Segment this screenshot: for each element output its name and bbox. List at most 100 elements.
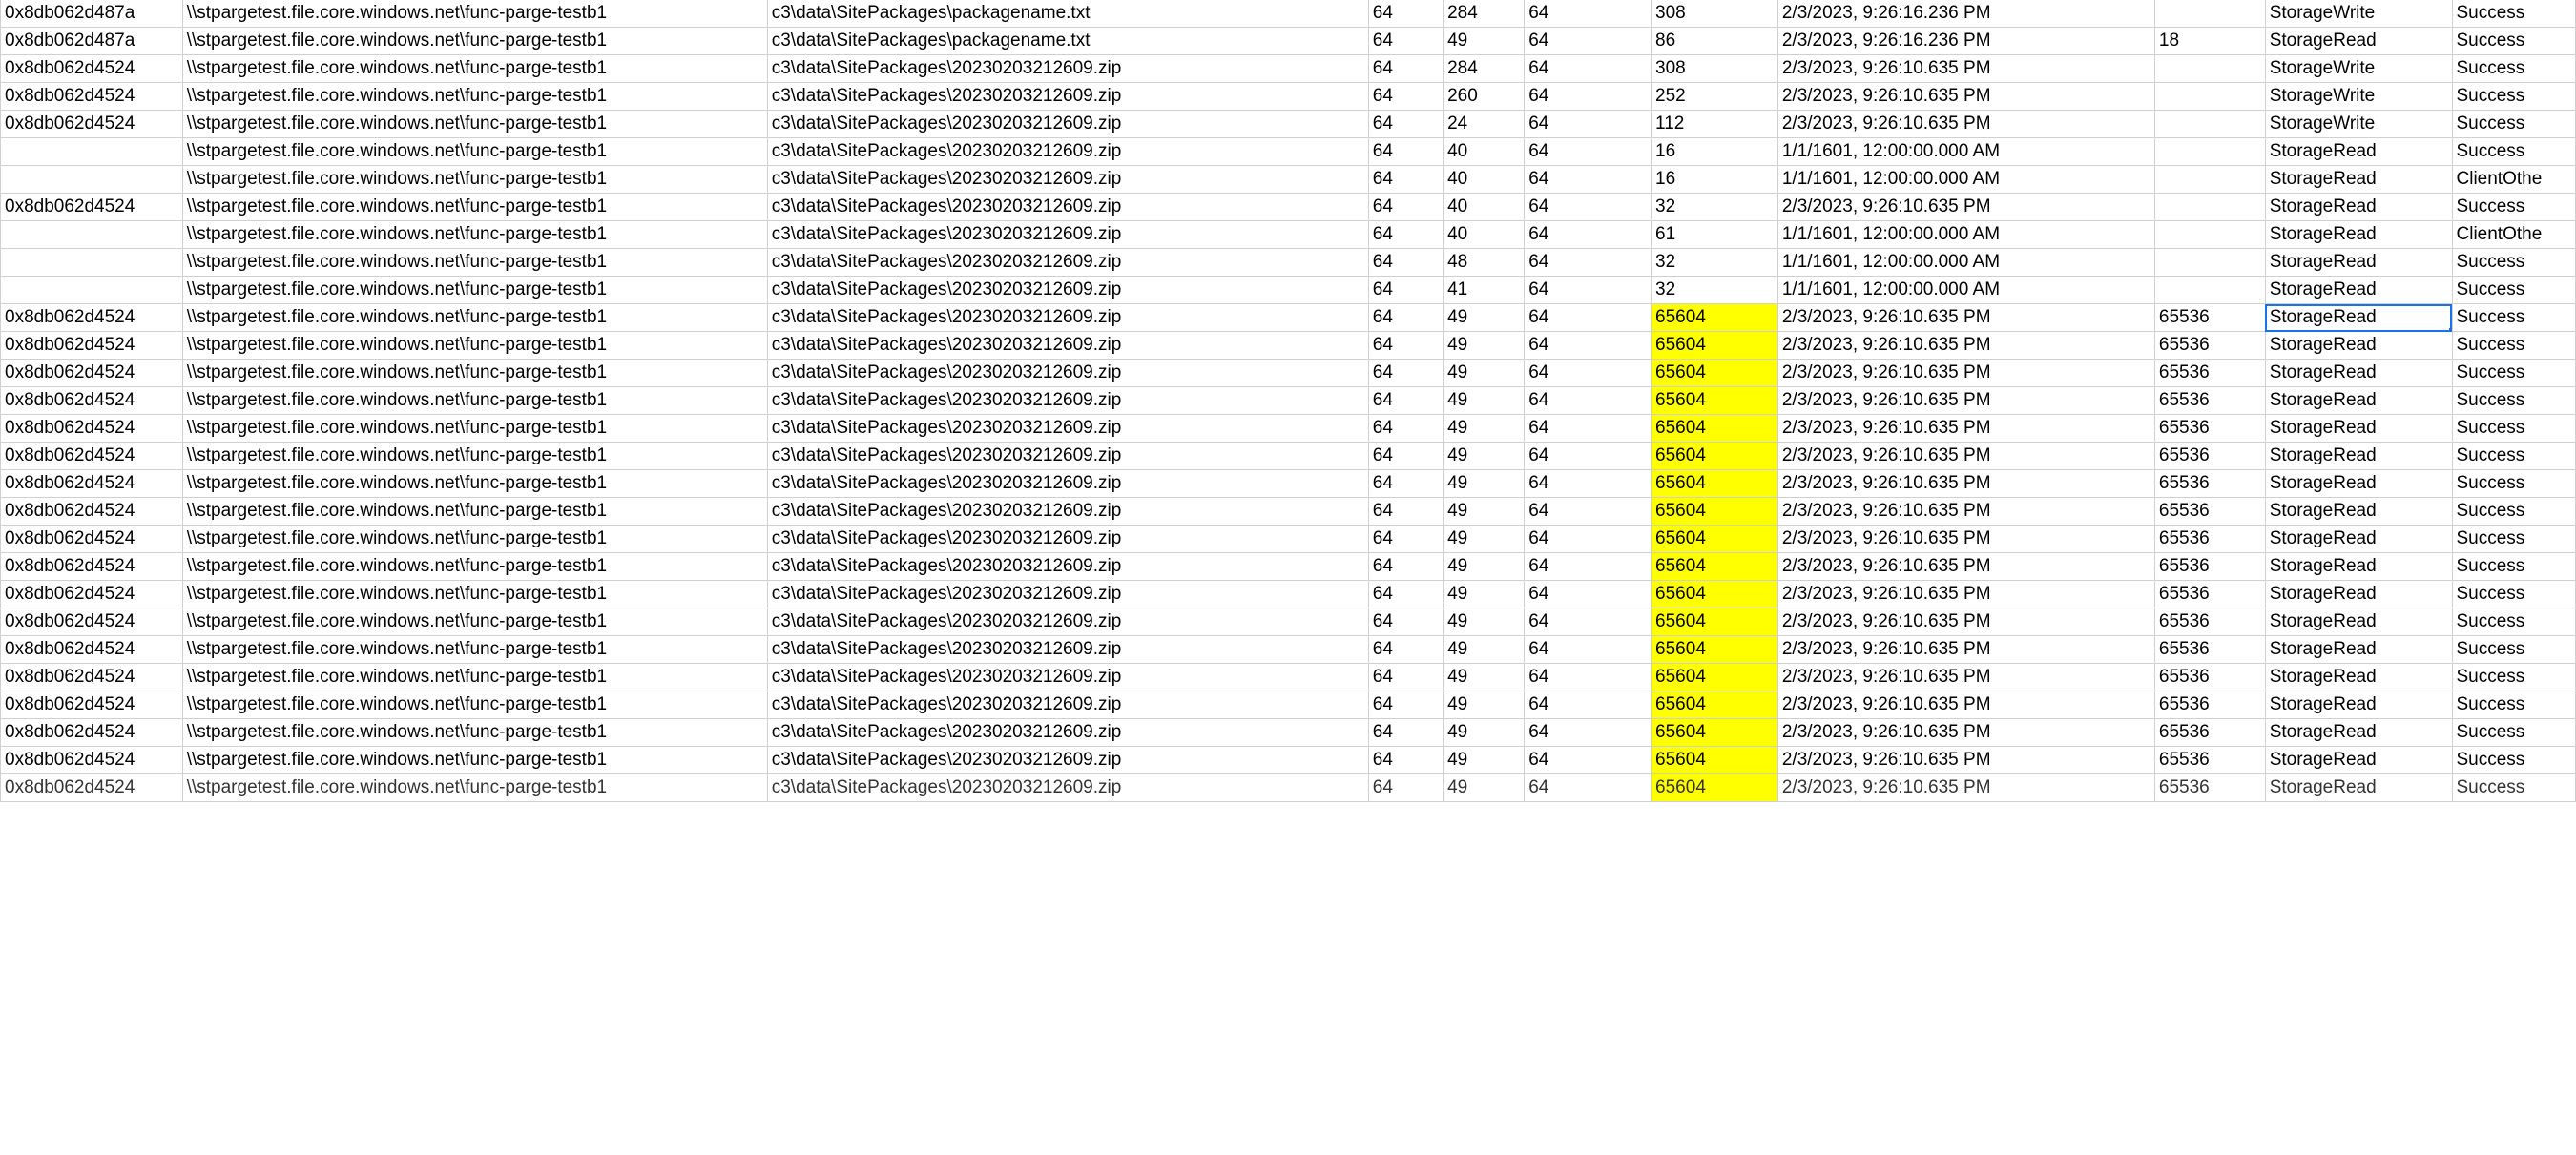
cell-n2[interactable]: 40 — [1444, 194, 1525, 221]
cell-n2[interactable]: 49 — [1444, 664, 1525, 691]
cell-size[interactable]: 65536 — [2154, 608, 2265, 636]
cell-n4[interactable]: 16 — [1652, 166, 1778, 194]
cell-n1[interactable]: 64 — [1368, 83, 1443, 111]
cell-size[interactable]: 65536 — [2154, 332, 2265, 360]
cell-n4[interactable]: 308 — [1652, 0, 1778, 28]
table-row[interactable]: \\stpargetest.file.core.windows.net\func… — [1, 221, 2576, 249]
cell-operation[interactable]: StorageRead — [2265, 636, 2452, 664]
cell-id[interactable]: 0x8db062d4524 — [1, 747, 183, 774]
cell-n2[interactable]: 49 — [1444, 28, 1525, 55]
cell-operation[interactable]: StorageRead — [2265, 581, 2452, 608]
cell-timestamp[interactable]: 2/3/2023, 9:26:10.635 PM — [1777, 304, 2154, 332]
cell-status[interactable]: Success — [2452, 360, 2576, 387]
cell-host[interactable]: \\stpargetest.file.core.windows.net\func… — [182, 166, 767, 194]
cell-id[interactable]: 0x8db062d4524 — [1, 691, 183, 719]
cell-host[interactable]: \\stpargetest.file.core.windows.net\func… — [182, 636, 767, 664]
table-row[interactable]: 0x8db062d487a\\stpargetest.file.core.win… — [1, 0, 2576, 28]
cell-n2[interactable]: 49 — [1444, 747, 1525, 774]
cell-host[interactable]: \\stpargetest.file.core.windows.net\func… — [182, 221, 767, 249]
cell-operation[interactable]: StorageRead — [2265, 332, 2452, 360]
cell-host[interactable]: \\stpargetest.file.core.windows.net\func… — [182, 470, 767, 498]
table-row[interactable]: 0x8db062d4524\\stpargetest.file.core.win… — [1, 111, 2576, 138]
cell-operation[interactable]: StorageRead — [2265, 691, 2452, 719]
cell-id[interactable]: 0x8db062d4524 — [1, 332, 183, 360]
cell-n3[interactable]: 64 — [1525, 443, 1652, 470]
cell-n1[interactable]: 64 — [1368, 636, 1443, 664]
cell-n3[interactable]: 64 — [1525, 304, 1652, 332]
cell-status[interactable]: Success — [2452, 664, 2576, 691]
log-table[interactable]: 0x8db062d487a\\stpargetest.file.core.win… — [0, 0, 2576, 802]
cell-operation[interactable]: StorageWrite — [2265, 55, 2452, 83]
cell-host[interactable]: \\stpargetest.file.core.windows.net\func… — [182, 415, 767, 443]
cell-n2[interactable]: 48 — [1444, 249, 1525, 277]
cell-size[interactable]: 18 — [2154, 28, 2265, 55]
table-row[interactable]: 0x8db062d4524\\stpargetest.file.core.win… — [1, 691, 2576, 719]
cell-host[interactable]: \\stpargetest.file.core.windows.net\func… — [182, 332, 767, 360]
cell-host[interactable]: \\stpargetest.file.core.windows.net\func… — [182, 664, 767, 691]
cell-status[interactable]: Success — [2452, 719, 2576, 747]
cell-status[interactable]: Success — [2452, 747, 2576, 774]
table-row[interactable]: 0x8db062d4524\\stpargetest.file.core.win… — [1, 443, 2576, 470]
cell-n4[interactable]: 252 — [1652, 83, 1778, 111]
cell-n3[interactable]: 64 — [1525, 774, 1652, 802]
cell-operation[interactable]: StorageRead — [2265, 747, 2452, 774]
cell-size[interactable]: 65536 — [2154, 636, 2265, 664]
cell-n4[interactable]: 32 — [1652, 194, 1778, 221]
cell-n4[interactable]: 65604 — [1652, 415, 1778, 443]
cell-n3[interactable]: 64 — [1525, 415, 1652, 443]
cell-n4[interactable]: 65604 — [1652, 470, 1778, 498]
table-row[interactable]: 0x8db062d4524\\stpargetest.file.core.win… — [1, 387, 2576, 415]
cell-n1[interactable]: 64 — [1368, 28, 1443, 55]
cell-host[interactable]: \\stpargetest.file.core.windows.net\func… — [182, 0, 767, 28]
cell-host[interactable]: \\stpargetest.file.core.windows.net\func… — [182, 498, 767, 526]
cell-timestamp[interactable]: 2/3/2023, 9:26:10.635 PM — [1777, 719, 2154, 747]
cell-n3[interactable]: 64 — [1525, 194, 1652, 221]
cell-size[interactable] — [2154, 221, 2265, 249]
cell-status[interactable]: Success — [2452, 277, 2576, 304]
cell-path[interactable]: c3\data\SitePackages\20230203212609.zip — [767, 747, 1368, 774]
cell-n3[interactable]: 64 — [1525, 581, 1652, 608]
cell-status[interactable]: ClientOthe — [2452, 166, 2576, 194]
cell-n4[interactable]: 65604 — [1652, 691, 1778, 719]
cell-host[interactable]: \\stpargetest.file.core.windows.net\func… — [182, 553, 767, 581]
cell-n3[interactable]: 64 — [1525, 277, 1652, 304]
table-row[interactable]: 0x8db062d4524\\stpargetest.file.core.win… — [1, 636, 2576, 664]
cell-id[interactable] — [1, 166, 183, 194]
cell-host[interactable]: \\stpargetest.file.core.windows.net\func… — [182, 194, 767, 221]
cell-host[interactable]: \\stpargetest.file.core.windows.net\func… — [182, 608, 767, 636]
cell-size[interactable] — [2154, 138, 2265, 166]
cell-n3[interactable]: 64 — [1525, 221, 1652, 249]
cell-path[interactable]: c3\data\SitePackages\20230203212609.zip — [767, 360, 1368, 387]
cell-timestamp[interactable]: 2/3/2023, 9:26:10.635 PM — [1777, 470, 2154, 498]
cell-timestamp[interactable]: 2/3/2023, 9:26:10.635 PM — [1777, 636, 2154, 664]
cell-n3[interactable]: 64 — [1525, 0, 1652, 28]
table-row[interactable]: 0x8db062d4524\\stpargetest.file.core.win… — [1, 553, 2576, 581]
cell-size[interactable] — [2154, 277, 2265, 304]
cell-operation[interactable]: StorageWrite — [2265, 111, 2452, 138]
cell-size[interactable]: 65536 — [2154, 581, 2265, 608]
cell-path[interactable]: c3\data\SitePackages\20230203212609.zip — [767, 470, 1368, 498]
cell-n2[interactable]: 284 — [1444, 0, 1525, 28]
cell-operation[interactable]: StorageRead — [2265, 166, 2452, 194]
cell-host[interactable]: \\stpargetest.file.core.windows.net\func… — [182, 443, 767, 470]
cell-n3[interactable]: 64 — [1525, 387, 1652, 415]
cell-size[interactable]: 65536 — [2154, 553, 2265, 581]
cell-path[interactable]: c3\data\SitePackages\20230203212609.zip — [767, 415, 1368, 443]
cell-n3[interactable]: 64 — [1525, 553, 1652, 581]
table-row[interactable]: 0x8db062d4524\\stpargetest.file.core.win… — [1, 664, 2576, 691]
cell-n4[interactable]: 32 — [1652, 249, 1778, 277]
cell-host[interactable]: \\stpargetest.file.core.windows.net\func… — [182, 526, 767, 553]
cell-operation[interactable]: StorageRead — [2265, 443, 2452, 470]
cell-operation[interactable]: StorageWrite — [2265, 0, 2452, 28]
cell-path[interactable]: c3\data\SitePackages\packagename.txt — [767, 28, 1368, 55]
cell-id[interactable]: 0x8db062d4524 — [1, 719, 183, 747]
cell-n4[interactable]: 65604 — [1652, 526, 1778, 553]
cell-timestamp[interactable]: 2/3/2023, 9:26:10.635 PM — [1777, 747, 2154, 774]
cell-size[interactable] — [2154, 249, 2265, 277]
cell-n1[interactable]: 64 — [1368, 249, 1443, 277]
cell-size[interactable]: 65536 — [2154, 443, 2265, 470]
cell-path[interactable]: c3\data\SitePackages\20230203212609.zip — [767, 581, 1368, 608]
cell-n1[interactable]: 64 — [1368, 526, 1443, 553]
cell-path[interactable]: c3\data\SitePackages\20230203212609.zip — [767, 55, 1368, 83]
cell-size[interactable]: 65536 — [2154, 691, 2265, 719]
